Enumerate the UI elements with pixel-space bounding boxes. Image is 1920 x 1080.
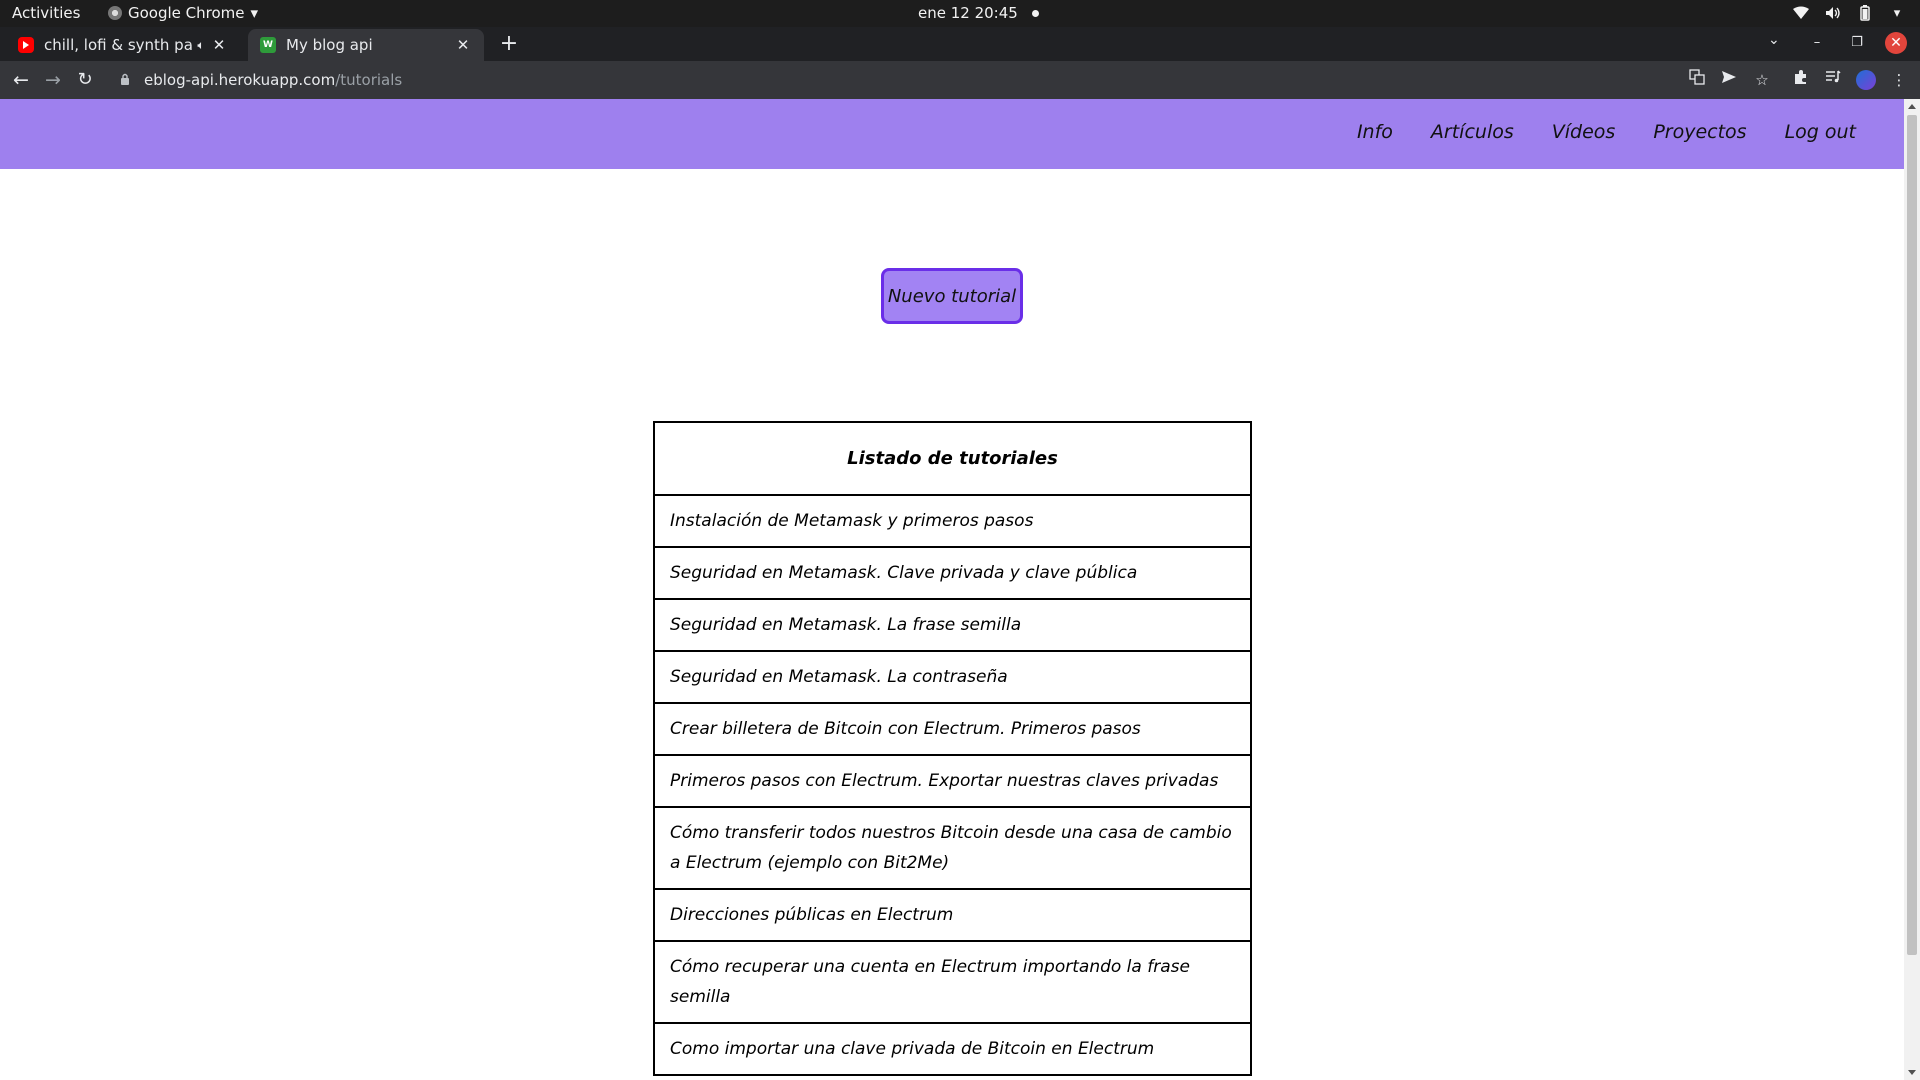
tutorial-link[interactable]: Primeros pasos con Electrum. Exportar nu… bbox=[653, 754, 1252, 808]
address-bar[interactable]: eblog-api.herokuapp.com/tutorials bbox=[108, 65, 1776, 95]
more-options-icon[interactable]: ⋮ bbox=[1888, 69, 1910, 91]
tutorial-link[interactable]: Seguridad en Metamask. Clave privada y c… bbox=[653, 546, 1252, 600]
notification-dot-icon bbox=[1031, 9, 1039, 17]
tutorial-link[interactable]: Como importar una clave privada de Bitco… bbox=[653, 1022, 1252, 1076]
caret-down-icon: ▾ bbox=[250, 4, 259, 22]
reload-icon[interactable]: ↻ bbox=[74, 69, 96, 91]
clock[interactable]: ene 12 20:45 bbox=[918, 4, 1039, 22]
nav-menu: Info Artículos Vídeos Proyectos Log out bbox=[1357, 121, 1856, 143]
system-top-bar: Activities Google Chrome ▾ ene 12 20:45 … bbox=[0, 0, 1920, 27]
activities-button[interactable]: Activities bbox=[12, 4, 80, 22]
tutorial-link[interactable]: Crear billetera de Bitcoin con Electrum.… bbox=[653, 702, 1252, 756]
table-header-row: Listado de tutoriales bbox=[653, 421, 1252, 496]
table-row[interactable]: Cómo recuperar una cuenta en Electrum im… bbox=[653, 940, 1252, 1024]
tab-title: My blog api bbox=[286, 36, 373, 54]
table-row[interactable]: Como importar una clave privada de Bitco… bbox=[653, 1022, 1252, 1076]
clock-label: ene 12 20:45 bbox=[918, 4, 1018, 22]
table-row[interactable]: Cómo transferir todos nuestros Bitcoin d… bbox=[653, 806, 1252, 890]
scroll-up-arrow-icon[interactable] bbox=[1908, 104, 1916, 109]
tab-strip: chill, lofi & synth para p 🔈︎ ✕ W My blo… bbox=[0, 27, 1920, 61]
restore-window-icon[interactable]: ❐ bbox=[1846, 32, 1868, 54]
table-row[interactable]: Instalación de Metamask y primeros pasos bbox=[653, 494, 1252, 548]
scroll-down-arrow-icon[interactable] bbox=[1908, 1070, 1916, 1075]
tutorial-link[interactable]: Cómo recuperar una cuenta en Electrum im… bbox=[653, 940, 1252, 1024]
tutorials-table: Listado de tutoriales Instalación de Met… bbox=[653, 421, 1252, 1076]
tutorial-link[interactable]: Cómo transferir todos nuestros Bitcoin d… bbox=[653, 806, 1252, 890]
table-header: Listado de tutoriales bbox=[653, 421, 1252, 496]
nav-link-log-out[interactable]: Log out bbox=[1785, 121, 1856, 143]
new-tutorial-button[interactable]: Nuevo tutorial bbox=[881, 268, 1023, 324]
media-controls-icon[interactable] bbox=[1822, 69, 1844, 91]
page-viewport: Info Artículos Vídeos Proyectos Log out … bbox=[0, 99, 1904, 1080]
forward-arrow-icon[interactable]: → bbox=[42, 69, 64, 91]
close-tab-icon[interactable]: ✕ bbox=[210, 36, 228, 54]
app-menu[interactable]: Google Chrome ▾ bbox=[108, 4, 258, 22]
youtube-icon bbox=[18, 37, 34, 53]
table-row[interactable]: Primeros pasos con Electrum. Exportar nu… bbox=[653, 754, 1252, 808]
system-menu-caret-icon: ▾ bbox=[1893, 5, 1901, 21]
nav-link-proyectos[interactable]: Proyectos bbox=[1653, 121, 1746, 143]
wifi-icon bbox=[1792, 4, 1810, 22]
lock-icon[interactable] bbox=[120, 73, 132, 88]
minimize-window-icon[interactable]: – bbox=[1806, 32, 1828, 54]
volume-icon bbox=[1824, 4, 1842, 22]
close-window-icon[interactable]: ✕ bbox=[1885, 32, 1907, 54]
back-arrow-icon[interactable]: ← bbox=[10, 69, 32, 91]
bookmark-star-icon[interactable]: ☆ bbox=[1751, 69, 1773, 91]
nav-link-articulos[interactable]: Artículos bbox=[1431, 121, 1514, 143]
table-row[interactable]: Seguridad en Metamask. La contraseña bbox=[653, 650, 1252, 704]
site-favicon-icon: W bbox=[260, 37, 276, 53]
tutorial-link[interactable]: Seguridad en Metamask. La contraseña bbox=[653, 650, 1252, 704]
speaker-icon[interactable]: 🔈︎ bbox=[192, 38, 210, 53]
system-tray[interactable]: ▾ bbox=[1792, 4, 1906, 22]
table-row[interactable]: Seguridad en Metamask. Clave privada y c… bbox=[653, 546, 1252, 600]
page-scrollbar[interactable] bbox=[1904, 99, 1920, 1080]
table-row[interactable]: Seguridad en Metamask. La frase semilla bbox=[653, 598, 1252, 652]
send-icon[interactable] bbox=[1718, 69, 1740, 91]
close-tab-icon[interactable]: ✕ bbox=[454, 36, 472, 54]
url-host: eblog-api.herokuapp.com bbox=[144, 71, 336, 89]
tab-title: chill, lofi & synth para p bbox=[44, 36, 192, 54]
profile-avatar[interactable] bbox=[1856, 70, 1876, 90]
tutorial-link[interactable]: Instalación de Metamask y primeros pasos bbox=[653, 494, 1252, 548]
tutorial-link[interactable]: Seguridad en Metamask. La frase semilla bbox=[653, 598, 1252, 652]
extensions-icon[interactable] bbox=[1790, 69, 1812, 91]
table-row[interactable]: Crear billetera de Bitcoin con Electrum.… bbox=[653, 702, 1252, 756]
new-tab-button[interactable]: + bbox=[496, 31, 522, 56]
battery-icon bbox=[1856, 4, 1874, 22]
scrollbar-thumb[interactable] bbox=[1907, 115, 1917, 955]
chrome-app-icon bbox=[108, 6, 122, 20]
tab-youtube[interactable]: chill, lofi & synth para p 🔈︎ ✕ bbox=[6, 29, 240, 61]
nav-link-info[interactable]: Info bbox=[1357, 121, 1393, 143]
tutorial-link[interactable]: Direcciones públicas en Electrum bbox=[653, 888, 1252, 942]
tab-search-chevron-icon[interactable]: ⌄ bbox=[1768, 32, 1780, 48]
nav-link-videos[interactable]: Vídeos bbox=[1552, 121, 1616, 143]
app-menu-label: Google Chrome bbox=[128, 4, 245, 22]
site-navbar: Info Artículos Vídeos Proyectos Log out bbox=[0, 99, 1904, 169]
table-row[interactable]: Direcciones públicas en Electrum bbox=[653, 888, 1252, 942]
tab-my-blog-api[interactable]: W My blog api ✕ bbox=[248, 29, 484, 61]
url-path: /tutorials bbox=[335, 71, 403, 89]
browser-toolbar: ← → ↻ eblog-api.herokuapp.com/tutorials … bbox=[0, 61, 1920, 99]
translate-icon[interactable] bbox=[1686, 69, 1708, 91]
